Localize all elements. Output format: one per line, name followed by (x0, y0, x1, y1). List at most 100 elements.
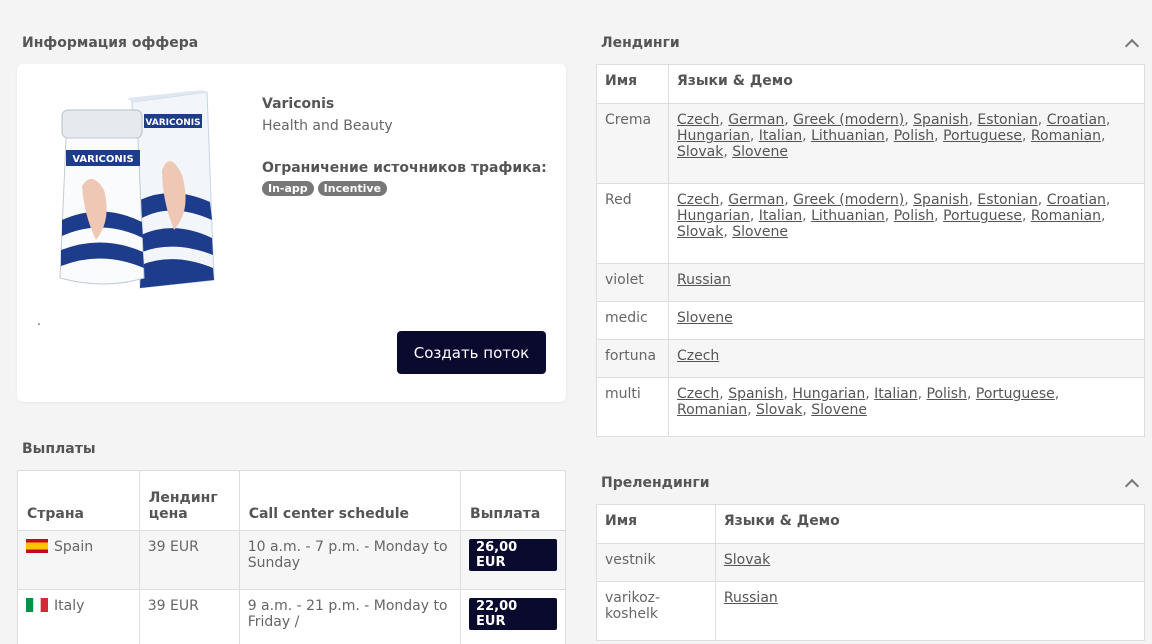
language-demo-link[interactable]: Slovene (677, 310, 733, 326)
prelandings-table: Имя Языки & Демо vestnik Slovak varikoz-ko… (596, 504, 1146, 641)
name-cell: varikoz-koshelk (596, 581, 716, 641)
language-demo-link[interactable]: Spanish (913, 112, 968, 128)
language-demo-link[interactable]: German (728, 112, 784, 128)
language-demo-link[interactable]: Lithuanian (811, 128, 885, 144)
table-row: Crema Czech, German, Greek (modern), Span… (596, 103, 1146, 184)
table-row: multi Czech, Spanish, Hungarian, Italian,… (596, 377, 1146, 437)
prelandings-body: vestnik Slovak varikoz-koshelk Russian (596, 543, 1146, 641)
language-demo-link[interactable]: Romanian (1031, 128, 1101, 144)
language-demo-link[interactable]: Spanish (728, 386, 783, 402)
languages-cell: Russian (714, 581, 1146, 641)
language-demo-link[interactable]: Slovene (811, 402, 867, 418)
language-demo-link[interactable]: Russian (677, 272, 731, 288)
name-cell: medic (596, 301, 669, 340)
language-demo-link[interactable]: Czech (677, 112, 719, 128)
landings-body: Crema Czech, German, Greek (modern), Span… (596, 103, 1146, 437)
table-row: medic Slovene (596, 301, 1146, 340)
language-demo-link[interactable]: Czech (677, 192, 719, 208)
languages-cell: Czech, German, Greek (modern), Spanish, … (667, 103, 1146, 184)
col-country: Страна (17, 470, 140, 531)
col-name: Имя (596, 504, 716, 544)
language-demo-link[interactable]: Slovak (756, 402, 802, 418)
languages-cell: Slovak (714, 543, 1146, 582)
name-cell: fortuna (596, 339, 669, 378)
language-demo-link[interactable]: Hungarian (677, 128, 750, 144)
language-demo-link[interactable]: Spanish (913, 192, 968, 208)
payout-cell: 26,00 EUR (460, 530, 566, 590)
payouts-header-row: Страна Лендинг цена Call center schedule… (17, 470, 566, 531)
col-payout: Выплата (460, 470, 566, 531)
name-cell: Red (596, 183, 669, 264)
table-row: violet Russian (596, 263, 1146, 302)
schedule-cell: 10 a.m. - 7 p.m. - Monday to Sunday (238, 530, 462, 590)
collapse-landings-chevron-icon[interactable] (1124, 38, 1140, 54)
table-row: Red Czech, German, Greek (modern), Spanis… (596, 183, 1146, 264)
payout-badge: 22,00 EUR (469, 598, 557, 630)
language-demo-link[interactable]: Portuguese (943, 128, 1022, 144)
name-cell: vestnik (596, 543, 716, 582)
language-demo-link[interactable]: Slovak (677, 144, 723, 160)
collapse-prelandings-chevron-icon[interactable] (1124, 478, 1140, 494)
badge-in-app: In-app (262, 181, 314, 196)
language-demo-link[interactable]: Romanian (677, 402, 747, 418)
svg-text:VARICONIS: VARICONIS (72, 154, 133, 165)
language-demo-link[interactable]: Estonian (977, 112, 1037, 128)
languages-cell: Czech, Spanish, Hungarian, Italian, Poli… (667, 377, 1146, 437)
badge-incentive: Incentive (317, 181, 388, 196)
language-demo-link[interactable]: Portuguese (943, 208, 1022, 224)
payout-badge: 26,00 EUR (469, 539, 557, 571)
prelandings-title: Прелендинги (601, 475, 710, 491)
language-demo-link[interactable]: Czech (677, 348, 719, 364)
language-demo-link[interactable]: German (728, 192, 784, 208)
svg-text:VARICONIS: VARICONIS (145, 118, 200, 128)
language-demo-link[interactable]: Italian (874, 386, 917, 402)
language-demo-link[interactable]: Russian (724, 590, 778, 606)
create-stream-button[interactable]: Создать поток (397, 331, 546, 374)
languages-cell: Czech, German, Greek (modern), Spanish, … (667, 183, 1146, 264)
name-cell: multi (596, 377, 669, 437)
restriction-badges: In-app Incentive (262, 181, 388, 196)
country-cell: Spain (17, 530, 140, 590)
col-name: Имя (596, 64, 669, 104)
language-demo-link[interactable]: Lithuanian (811, 208, 885, 224)
language-demo-link[interactable]: Estonian (977, 192, 1037, 208)
col-landing-price: Лендинг цена (138, 470, 240, 531)
languages-cell: Slovene (667, 301, 1146, 340)
traffic-restriction-title: Ограничение источников трафика: (262, 160, 547, 176)
language-demo-link[interactable]: Italian (759, 128, 802, 144)
spain-flag-icon (26, 538, 48, 553)
table-row: Spain 39 EUR 10 a.m. - 7 p.m. - Monday t… (17, 530, 566, 590)
name-cell: violet (596, 263, 669, 302)
landings-table: Имя Языки & Демо Crema Czech, German, Gre… (596, 64, 1146, 437)
language-demo-link[interactable]: Portuguese (976, 386, 1055, 402)
language-demo-link[interactable]: Hungarian (792, 386, 865, 402)
italy-flag-icon (26, 597, 48, 612)
language-demo-link[interactable]: Slovak (677, 224, 723, 240)
payout-cell: 22,00 EUR (460, 589, 566, 644)
table-row: fortuna Czech (596, 339, 1146, 378)
language-demo-link[interactable]: Slovene (732, 224, 788, 240)
language-demo-link[interactable]: Hungarian (677, 208, 750, 224)
table-row: varikoz-koshelk Russian (596, 581, 1146, 641)
product-image: VARICONIS VARICONIS (59, 90, 215, 289)
table-row: Italy 39 EUR 9 a.m. - 21 p.m. - Monday t… (17, 589, 566, 644)
language-demo-link[interactable]: Polish (894, 128, 934, 144)
language-demo-link[interactable]: Croatian (1047, 112, 1106, 128)
language-demo-link[interactable]: Italian (759, 208, 802, 224)
language-demo-link[interactable]: Slovene (732, 144, 788, 160)
offer-description: . (37, 314, 41, 328)
language-demo-link[interactable]: Slovak (724, 552, 770, 568)
language-demo-link[interactable]: Greek (modern) (793, 192, 904, 208)
offer-card: VARICONIS VARICONIS Variconis Health and… (17, 64, 566, 402)
languages-cell: Czech (667, 339, 1146, 378)
language-demo-link[interactable]: Polish (894, 208, 934, 224)
col-languages: Языки & Демо (667, 64, 1146, 104)
language-demo-link[interactable]: Polish (927, 386, 967, 402)
payouts-table: Страна Лендинг цена Call center schedule… (17, 470, 566, 644)
landings-header-row: Имя Языки & Демо (596, 64, 1146, 104)
language-demo-link[interactable]: Romanian (1031, 208, 1101, 224)
language-demo-link[interactable]: Greek (modern) (793, 112, 904, 128)
language-demo-link[interactable]: Czech (677, 386, 719, 402)
schedule-cell: 9 a.m. - 21 p.m. - Monday to Friday / (238, 589, 462, 644)
language-demo-link[interactable]: Croatian (1047, 192, 1106, 208)
